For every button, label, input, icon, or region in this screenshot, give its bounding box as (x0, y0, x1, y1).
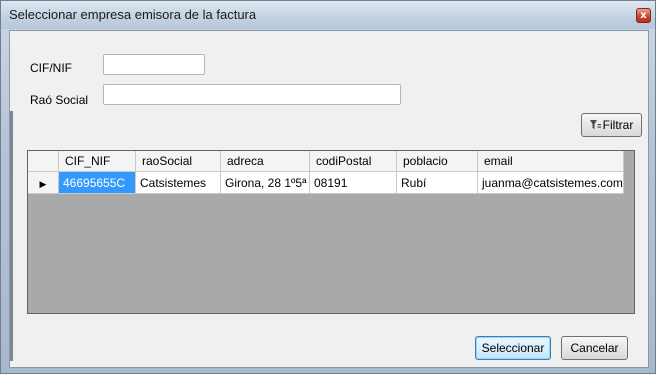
row-indicator[interactable]: ▶ (28, 171, 59, 194)
cancel-button[interactable]: Cancelar (561, 336, 628, 360)
left-edge-bar (10, 111, 13, 361)
column-header-rao-social[interactable]: raoSocial (135, 151, 221, 172)
column-header-poblacio[interactable]: poblacio (396, 151, 478, 172)
filter-icon (589, 120, 601, 129)
row-header-corner (28, 151, 59, 172)
select-button[interactable]: Seleccionar (475, 336, 551, 360)
rao-social-label: Raó Social (30, 93, 89, 107)
table-row[interactable]: ▶ 46695655C Catsistemes Girona, 28 1º5ª … (28, 171, 624, 194)
rao-social-input[interactable] (103, 84, 401, 105)
cell-adreca[interactable]: Girona, 28 1º5ª (220, 171, 310, 194)
dialog-client-area: CIF/NIF Raó Social Filtrar CIF_NIF raoSo… (9, 30, 649, 368)
window-title: Seleccionar empresa emisora de la factur… (9, 7, 257, 22)
cif-input[interactable] (103, 54, 205, 75)
title-bar[interactable]: Seleccionar empresa emisora de la factur… (1, 1, 655, 29)
dialog-window: Seleccionar empresa emisora de la factur… (0, 0, 656, 374)
cell-poblacio[interactable]: Rubí (396, 171, 478, 194)
grid-header-row: CIF_NIF raoSocial adreca codiPostal pobl… (28, 151, 624, 172)
cell-rao-social[interactable]: Catsistemes (135, 171, 221, 194)
filter-button-label: Filtrar (602, 118, 634, 132)
close-button[interactable]: x (636, 8, 651, 23)
column-header-codi-postal[interactable]: codiPostal (309, 151, 397, 172)
column-header-adreca[interactable]: adreca (220, 151, 310, 172)
cell-email[interactable]: juanma@catsistemes.com (477, 171, 624, 194)
filter-button[interactable]: Filtrar (581, 113, 642, 137)
column-header-cif-nif[interactable]: CIF_NIF (58, 151, 136, 172)
close-icon: x (640, 10, 647, 21)
column-header-email[interactable]: email (477, 151, 624, 172)
data-grid[interactable]: CIF_NIF raoSocial adreca codiPostal pobl… (27, 150, 635, 314)
row-pointer-icon: ▶ (39, 178, 47, 189)
cif-label: CIF/NIF (30, 61, 72, 75)
cell-cif-nif[interactable]: 46695655C (58, 171, 136, 194)
cell-codi-postal[interactable]: 08191 (309, 171, 397, 194)
grid-table: CIF_NIF raoSocial adreca codiPostal pobl… (28, 151, 624, 194)
